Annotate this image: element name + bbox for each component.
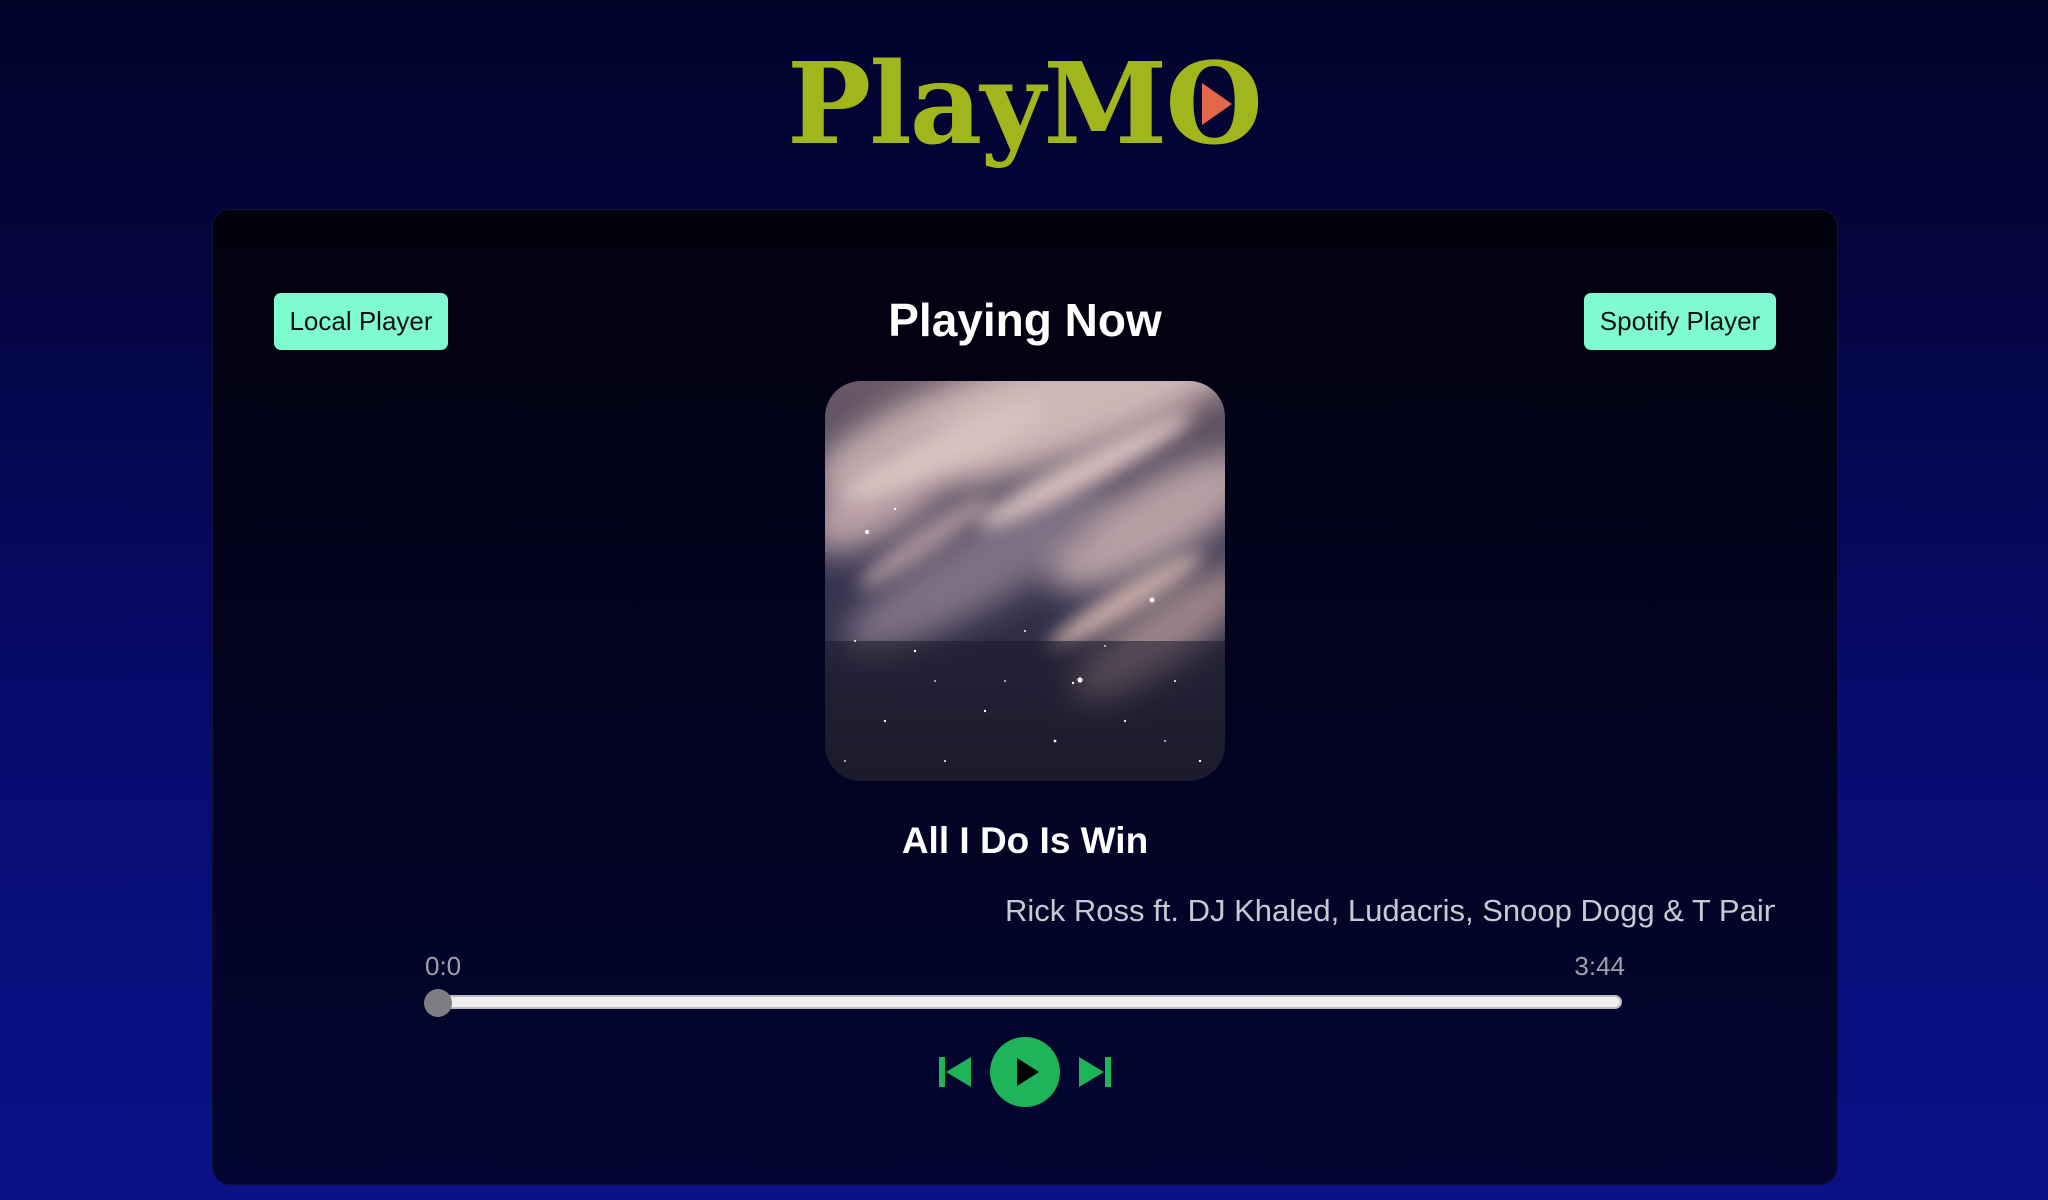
total-time: 3:44 [1574,951,1625,981]
track-title: All I Do Is Win [901,820,1149,861]
playback-controls [213,1036,1837,1108]
logo-text: PlayM [787,39,1167,170]
play-icon [990,1037,1060,1107]
play-button[interactable] [989,1036,1061,1108]
album-art-image [825,381,1225,781]
next-track-button[interactable] [1077,1054,1113,1090]
progress-thumb[interactable] [424,989,452,1017]
skip-forward-icon [1079,1057,1112,1087]
logo-play-icon [1201,83,1232,125]
track-artist: Rick Ross ft. DJ Khaled, Ludacris, Snoop… [1005,893,1775,928]
album-art [825,381,1225,781]
logo-o-play: O [1165,40,1263,170]
spotify-player-button[interactable]: Spotify Player [1584,293,1776,350]
app-logo: PlayMO [0,40,2048,170]
progress-slider[interactable] [424,989,1622,1017]
current-time: 0:0 [425,951,462,981]
previous-track-button[interactable] [937,1054,973,1090]
player-card: Local Player Playing Now Spotify Player [212,209,1838,1185]
skip-back-icon [938,1057,971,1087]
